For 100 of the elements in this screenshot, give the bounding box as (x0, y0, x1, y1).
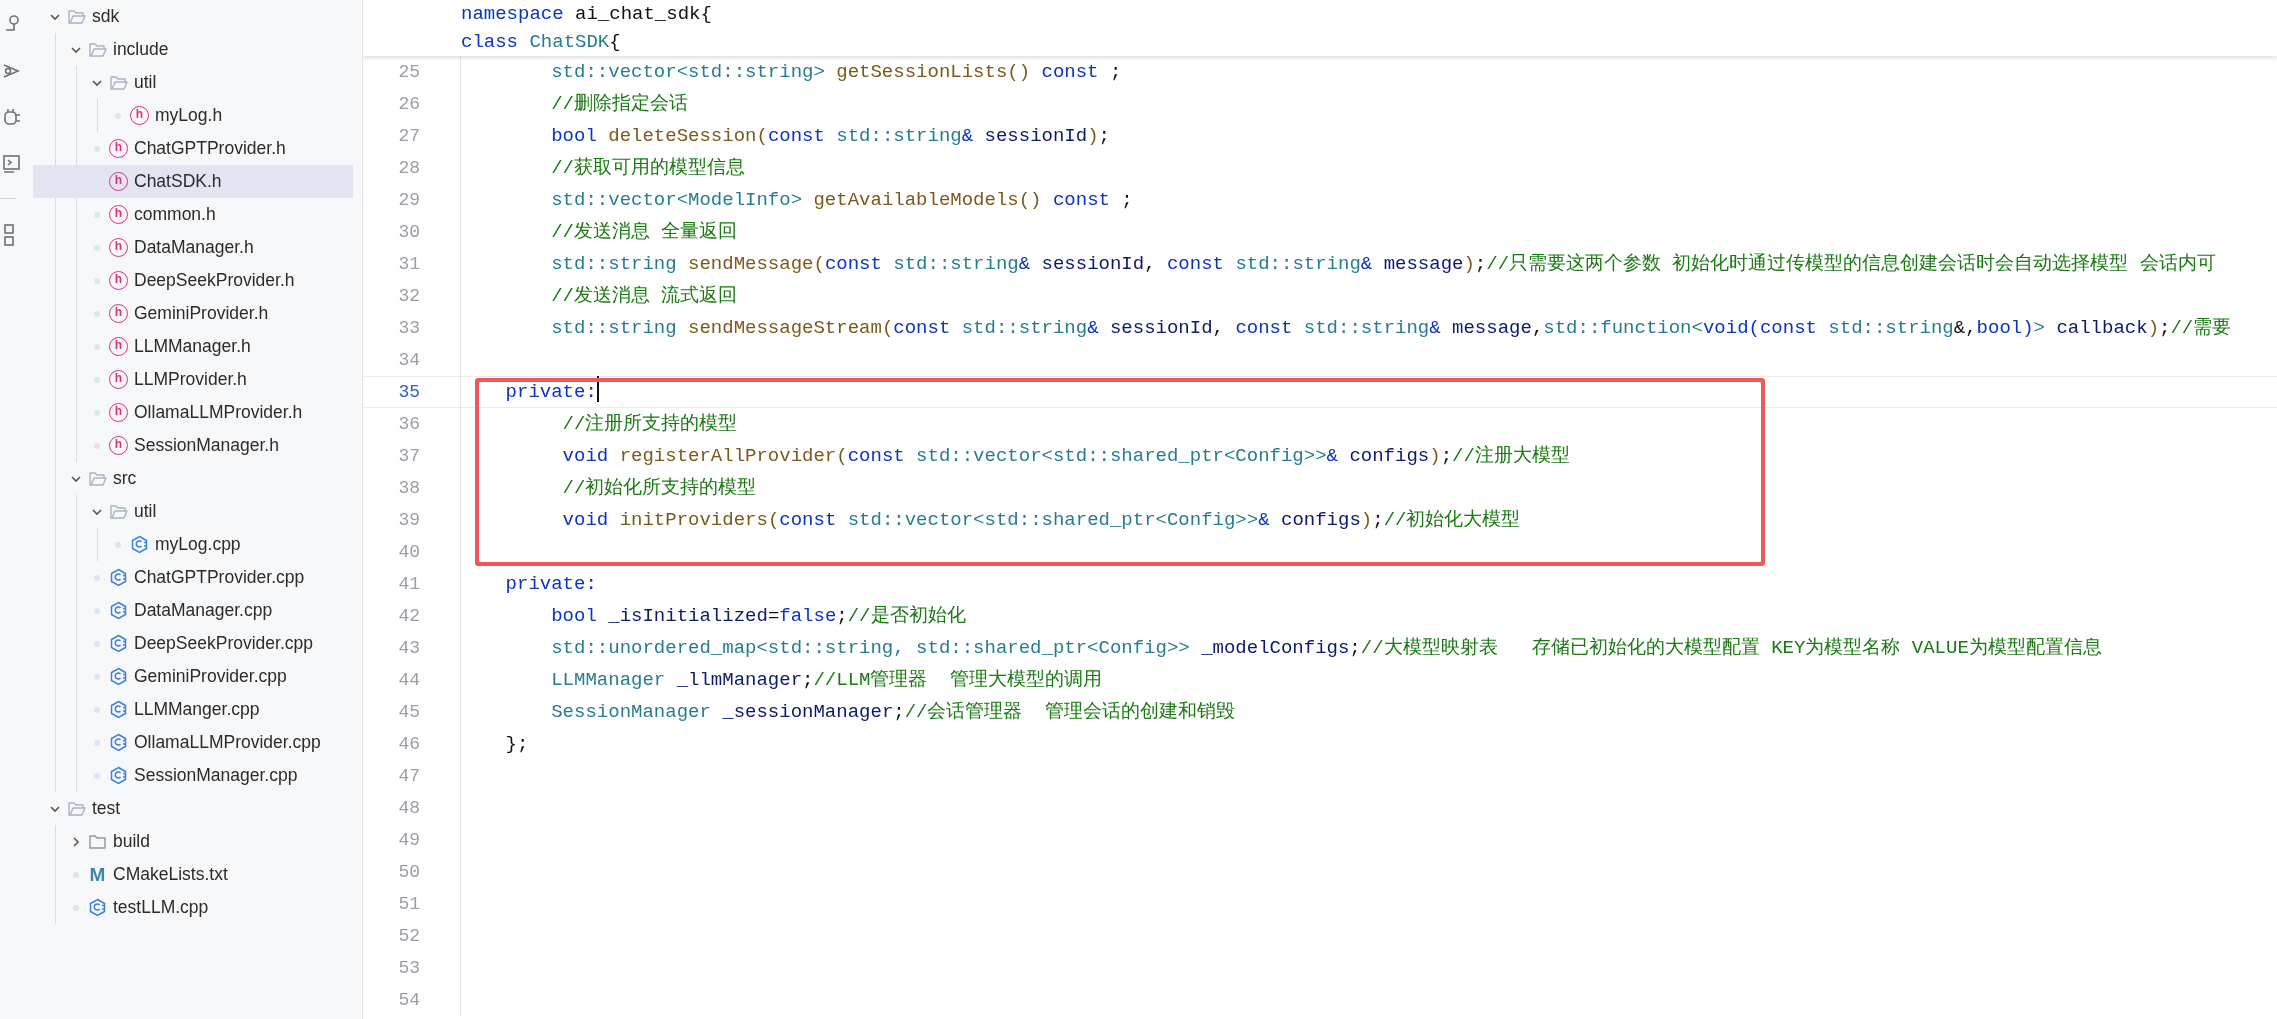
file-name[interactable]: sdk (92, 3, 120, 30)
line-number: 26 (397, 93, 420, 116)
open-folder-icon (88, 40, 107, 59)
code-line: namespace ai_chat_sdk{ (461, 2, 713, 27)
file-name[interactable]: DataManager.cpp (134, 597, 273, 624)
file-name[interactable]: GeminiProvider.cpp (134, 663, 287, 690)
code-line: SessionManager _sessionManager;//会话管理器 管理会话的创建和销毁 (550, 700, 1236, 725)
cpp-file-icon (109, 634, 128, 653)
line-number: 31 (397, 253, 420, 276)
line-number: 46 (397, 733, 420, 756)
terminal-icon[interactable] (2, 152, 22, 174)
cpp-file-icon (109, 700, 128, 719)
file-name[interactable]: common.h (134, 201, 216, 228)
code-line: std::vector<std::string> getSessionLists() const ; (550, 60, 1122, 85)
file-name[interactable]: LLMProvider.h (134, 366, 247, 393)
line-number: 43 (397, 637, 420, 660)
file-name[interactable]: GeminiProvider.h (134, 300, 269, 327)
open-folder-icon (109, 73, 128, 92)
line-number: 28 (397, 157, 420, 180)
file-name[interactable]: CMakeLists.txt (113, 861, 228, 888)
line-number: 54 (397, 989, 420, 1012)
file-name[interactable]: OllamaLLMProvider.h (134, 399, 303, 426)
line-number: 35 (397, 381, 420, 404)
line-number: 41 (397, 573, 420, 596)
code-line: void initProviders(const std::vector<std::shared_ptr<Config>>& configs);//初始化大模型 (561, 508, 1521, 533)
code-line: bool deleteSession(const std::string& sessionId); (550, 124, 1110, 149)
line-number: 34 (397, 349, 420, 372)
line-number: 32 (397, 285, 420, 308)
line-number: 48 (397, 797, 420, 820)
code-line: //发送消息 全量返回 (550, 220, 738, 245)
code-line: private: (504, 572, 597, 597)
line-number: 30 (397, 221, 420, 244)
line-number: 25 (397, 61, 420, 84)
cmake-file-icon: M (88, 865, 107, 884)
file-name[interactable]: src (113, 465, 137, 492)
file-name[interactable]: ChatGPTProvider.h (134, 135, 286, 162)
line-number: 36 (397, 413, 420, 436)
cpp-file-icon (88, 898, 107, 917)
code-line: std::string sendMessage(const std::string& sessionId, const std::string& message);//只需要这两个参数 初始化时通过传模型的信息创建会话时会自动选择模型 会话内可 (550, 252, 2216, 277)
file-name[interactable]: include (113, 36, 169, 63)
file-name[interactable]: util (134, 69, 157, 96)
code-line: //删除指定会话 (550, 92, 689, 117)
file-name[interactable]: myLog.h (155, 102, 223, 129)
file-name[interactable]: LLMManager.h (134, 333, 251, 360)
line-number: 42 (397, 605, 420, 628)
line-number: 44 (397, 669, 420, 692)
line-number: 29 (397, 189, 420, 212)
open-folder-icon (109, 502, 128, 521)
cpp-file-icon (109, 667, 128, 686)
open-folder-icon (88, 469, 107, 488)
code-line: class ChatSDK{ (461, 30, 622, 55)
file-name[interactable]: util (134, 498, 157, 525)
file-name[interactable]: ChatSDK.h (134, 168, 222, 195)
code-line: //注册所支持的模型 (561, 412, 738, 437)
file-name[interactable]: LLMManger.cpp (134, 696, 260, 723)
file-name[interactable]: build (113, 828, 150, 855)
file-name[interactable]: SessionManager.h (134, 432, 279, 459)
folder-icon (88, 832, 107, 851)
code-line: //初始化所支持的模型 (561, 476, 757, 501)
line-number: 50 (397, 861, 420, 884)
line-number: 39 (397, 509, 420, 532)
open-folder-icon (67, 799, 86, 818)
bug-icon[interactable] (2, 106, 22, 128)
file-name[interactable]: myLog.cpp (155, 531, 241, 558)
line-number: 52 (397, 925, 420, 948)
file-name[interactable]: DeepSeekProvider.h (134, 267, 295, 294)
line-number: 27 (397, 125, 420, 148)
file-name[interactable]: DataManager.h (134, 234, 254, 261)
file-name[interactable]: OllamaLLMProvider.cpp (134, 729, 321, 756)
file-name[interactable]: SessionManager.cpp (134, 762, 298, 789)
line-number: 51 (397, 893, 420, 916)
line-number: 40 (397, 541, 420, 564)
line-number: 38 (397, 477, 420, 500)
file-name[interactable]: test (92, 795, 121, 822)
cpp-file-icon (130, 535, 149, 554)
cpp-file-icon (109, 568, 128, 587)
file-name[interactable]: testLLM.cpp (113, 894, 209, 921)
line-number: 45 (397, 701, 420, 724)
code-line: std::vector<ModelInfo> getAvailableModels() const ; (550, 188, 1133, 213)
line-number: 37 (397, 445, 420, 468)
code-line: bool _isInitialized=false;//是否初始化 (550, 604, 966, 629)
cpp-file-icon (109, 766, 128, 785)
line-number: 49 (397, 829, 420, 852)
line-number: 47 (397, 765, 420, 788)
code-line: void registerAllProvider(const std::vector<std::shared_ptr<Config>>& configs);//注册大模型 (561, 444, 1570, 469)
code-line: }; (504, 732, 529, 757)
cpp-file-icon (109, 733, 128, 752)
text-cursor (596, 376, 599, 402)
code-line: std::unordered_map<std::string, std::shared_ptr<Config>> _modelConfigs;//大模型映射表 存储已初始化的大模型配置 KEY为模型名称 VALUE为模型配置信息 (550, 636, 2102, 661)
file-name[interactable]: ChatGPTProvider.cpp (134, 564, 305, 591)
open-folder-icon (67, 7, 86, 26)
line-number: 33 (397, 317, 420, 340)
code-line: private: (504, 380, 597, 405)
code-line: LLMManager _llmManager;//LLM管理器 管理大模型的调用 (550, 668, 1103, 693)
code-line: //获取可用的模型信息 (550, 156, 746, 181)
line-number: 53 (397, 957, 420, 980)
cpp-file-icon (109, 601, 128, 620)
file-name[interactable]: DeepSeekProvider.cpp (134, 630, 313, 657)
code-line: //发送消息 流式返回 (550, 284, 738, 309)
code-line: std::string sendMessageStream(const std::string& sessionId, const std::string& message,std::function<void(const std::string&,bool)> callback);//需要 (550, 316, 2232, 341)
